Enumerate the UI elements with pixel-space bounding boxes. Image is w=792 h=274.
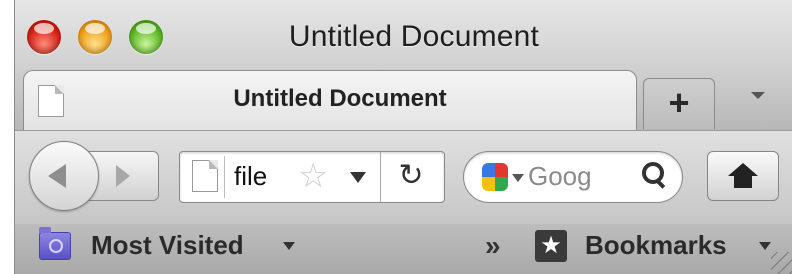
reload-divider: [380, 152, 381, 202]
bookmarks-overflow-button[interactable]: »: [485, 230, 501, 262]
url-input[interactable]: file: [234, 161, 267, 192]
most-visited-menu[interactable]: Most Visited: [91, 230, 244, 261]
home-button[interactable]: [707, 151, 779, 201]
browser-window: Untitled Document Untitled Document + fi…: [14, 0, 792, 274]
search-input[interactable]: Goog: [528, 161, 592, 192]
window-title: Untitled Document: [288, 20, 540, 53]
most-visited-chevron-down-icon[interactable]: [283, 242, 295, 250]
search-engine-dropdown-icon[interactable]: [512, 174, 524, 182]
bookmark-star-icon[interactable]: ★: [535, 230, 567, 262]
tab-untitled-document[interactable]: Untitled Document: [23, 70, 637, 131]
google-icon[interactable]: [482, 163, 508, 191]
navigation-toolbar: file ☆ ↻ Goog: [15, 130, 792, 225]
url-history-dropdown-icon[interactable]: [350, 172, 366, 183]
reload-icon[interactable]: ↻: [386, 156, 436, 196]
bookmark-star-icon[interactable]: ☆: [298, 158, 328, 194]
url-divider: [224, 156, 225, 198]
folder-icon[interactable]: [39, 227, 71, 260]
resize-grip[interactable]: [771, 252, 792, 274]
back-button[interactable]: [29, 141, 99, 211]
bookmarks-chevron-down-icon[interactable]: [759, 242, 771, 250]
tab-label: Untitled Document: [233, 85, 447, 112]
page-document-icon: [192, 160, 218, 192]
search-bar[interactable]: Goog: [463, 151, 683, 203]
bookmarks-menu[interactable]: Bookmarks: [585, 230, 727, 261]
new-tab-button[interactable]: +: [643, 78, 715, 129]
tab-list-chevron-down-icon[interactable]: [747, 86, 771, 110]
bookmarks-toolbar: Most Visited » ★ Bookmarks: [15, 224, 792, 274]
home-icon: [728, 163, 758, 176]
magnifier-icon[interactable]: [640, 160, 670, 190]
url-bar[interactable]: file ☆ ↻: [179, 151, 445, 203]
